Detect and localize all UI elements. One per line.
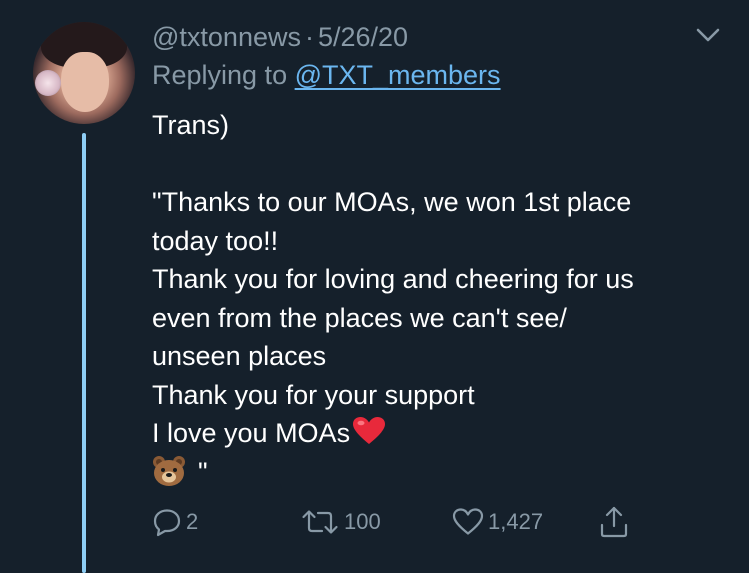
author-handle[interactable]: @txtonnews bbox=[152, 22, 301, 52]
red-heart-emoji-icon bbox=[353, 417, 386, 444]
body-line-text: I love you MOAs bbox=[152, 418, 351, 448]
body-line bbox=[152, 145, 732, 184]
bear-face-emoji-icon bbox=[153, 455, 185, 486]
share-button[interactable] bbox=[598, 504, 630, 540]
thread-line bbox=[82, 133, 86, 573]
body-line: Thank you for your support bbox=[152, 379, 475, 410]
avatar[interactable] bbox=[33, 22, 135, 124]
replying-prefix: Replying to bbox=[152, 60, 288, 90]
tweet-date[interactable]: 5/26/20 bbox=[318, 22, 408, 52]
body-line: unseen places bbox=[152, 341, 327, 371]
header-separator: · bbox=[304, 22, 314, 52]
tweet-body: Trans) "Thanks to our MOAs, we won 1st p… bbox=[152, 106, 732, 491]
share-icon bbox=[600, 506, 628, 538]
body-line: Thank you for loving and cheering for us bbox=[152, 264, 634, 294]
retweet-icon bbox=[302, 510, 338, 534]
replying-handle-link[interactable]: @TXT_members bbox=[295, 60, 501, 90]
body-line-with-heart: I love you MOAs bbox=[152, 414, 732, 453]
body-line-text: " bbox=[198, 456, 208, 487]
comment-icon bbox=[153, 509, 181, 537]
reply-count: 2 bbox=[186, 509, 199, 534]
tweet-actions: 2 100 1,427 bbox=[152, 504, 652, 540]
replying-to: Replying to @TXT_members bbox=[152, 58, 501, 92]
chevron-down-icon[interactable] bbox=[694, 24, 722, 46]
body-line-with-bear: " bbox=[152, 453, 732, 492]
like-button[interactable]: 1,427 bbox=[452, 504, 543, 540]
reply-button[interactable]: 2 bbox=[152, 504, 198, 540]
body-line: today too!! bbox=[152, 225, 279, 256]
like-count: 1,427 bbox=[488, 509, 544, 534]
tweet: @txtonnews · 5/26/20 Replying to @TXT_memb… bbox=[0, 0, 749, 573]
body-line: "Thanks to our MOAs, we won 1st place bbox=[152, 187, 632, 217]
avatar-face bbox=[61, 52, 109, 112]
retweet-count: 100 bbox=[344, 509, 381, 534]
tweet-header: @txtonnews · 5/26/20 bbox=[152, 20, 408, 54]
body-line: Trans) bbox=[152, 110, 230, 140]
body-line: even from the places we can't see/ bbox=[152, 302, 567, 333]
retweet-button[interactable]: 100 bbox=[300, 504, 381, 540]
heart-outline-icon bbox=[452, 508, 484, 535]
avatar-flower bbox=[35, 70, 61, 96]
